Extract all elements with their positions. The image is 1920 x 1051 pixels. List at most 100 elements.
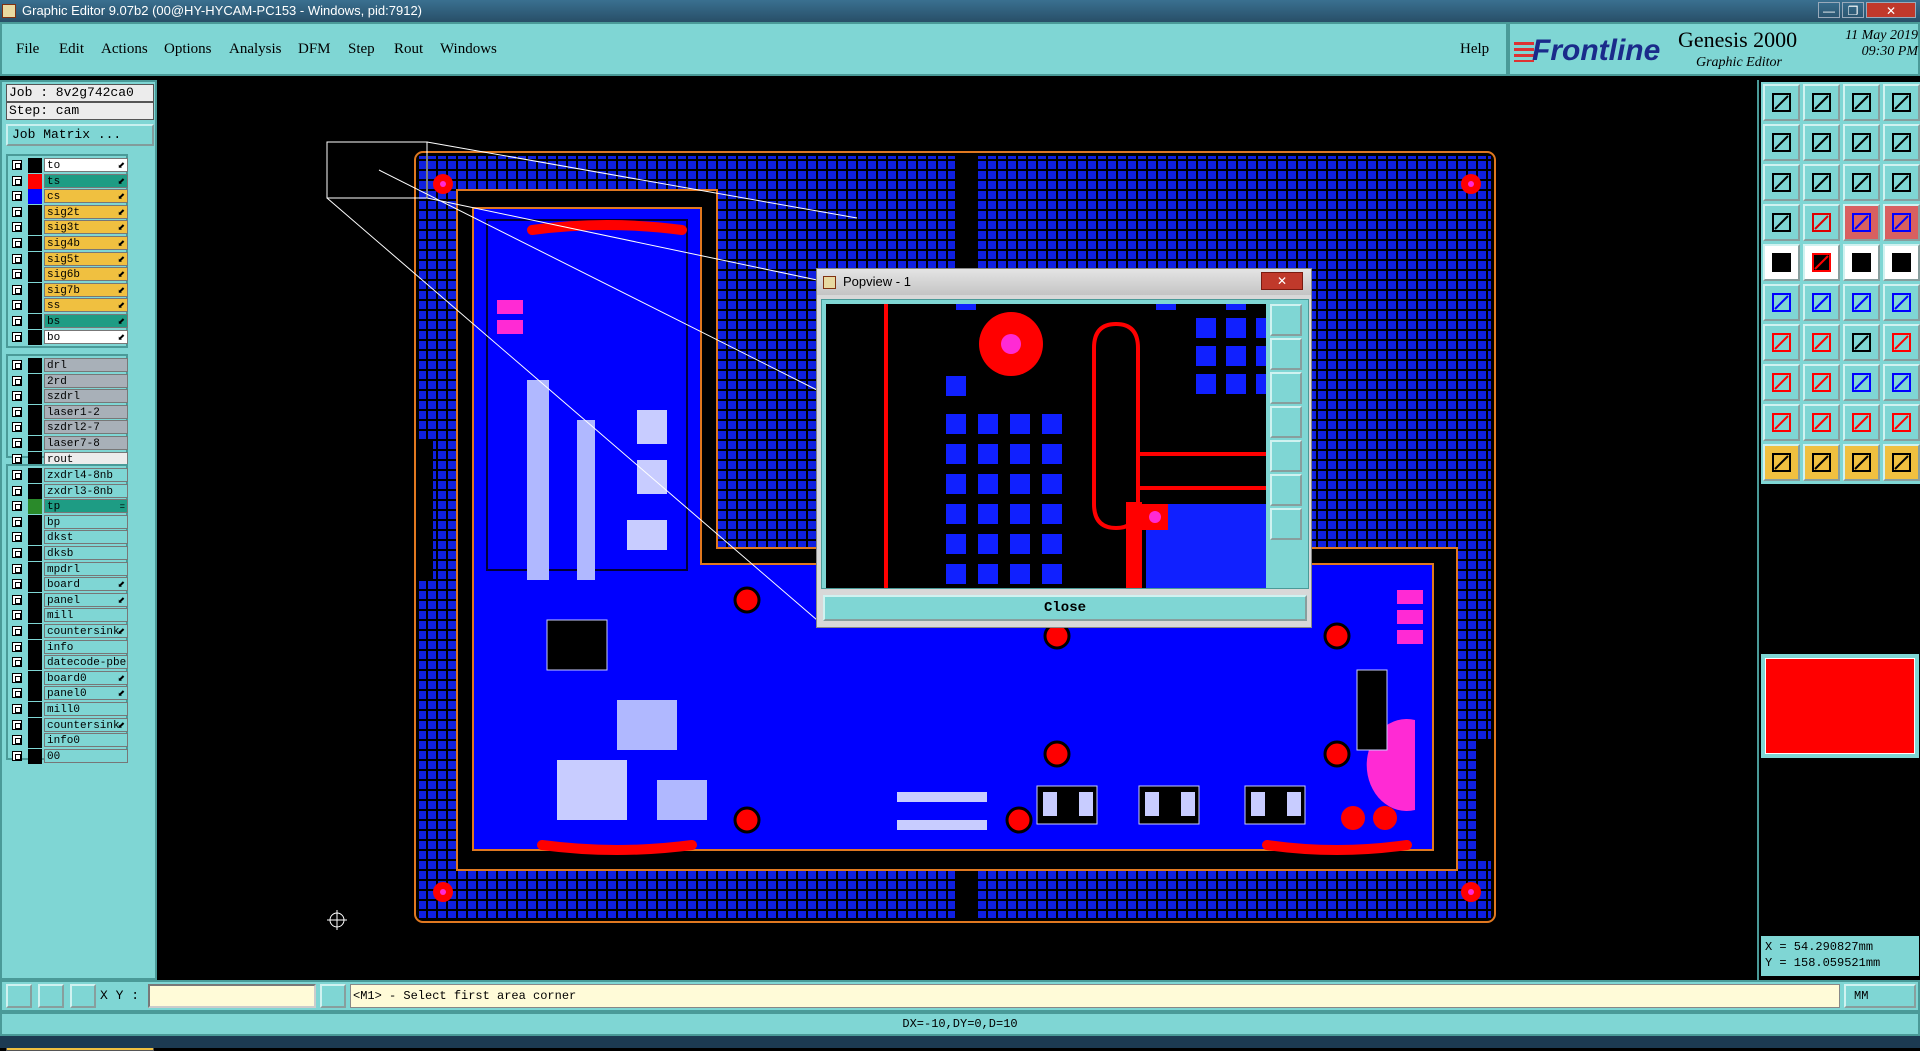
layer-color-swatch[interactable]	[28, 420, 42, 436]
layer-name[interactable]: 2rd	[44, 373, 128, 388]
layer-row[interactable]: info	[10, 639, 128, 655]
split-icon[interactable]	[1883, 124, 1920, 161]
layer-checkbox[interactable]	[12, 719, 22, 730]
layer-row[interactable]: ts ⬋	[10, 173, 128, 189]
layer-name[interactable]: szdrl2-7	[44, 420, 128, 435]
snap-tool-icon[interactable]	[6, 984, 32, 1008]
layer-row[interactable]: ss ⬋	[10, 298, 128, 314]
layer-checkbox[interactable]	[12, 238, 22, 248]
layer-color-swatch[interactable]	[28, 314, 42, 329]
layer-row[interactable]: 2rd	[10, 373, 128, 389]
popview-close-button[interactable]: Close	[823, 595, 1307, 621]
layer-checkbox[interactable]	[12, 579, 22, 590]
layer-row[interactable]: dksb	[10, 546, 128, 561]
popview-zoom-icon[interactable]	[1270, 304, 1302, 336]
layer-checkbox[interactable]	[12, 284, 22, 295]
layer-name[interactable]: dksb	[44, 546, 128, 560]
target-icon[interactable]	[1883, 244, 1920, 281]
layer-color-swatch[interactable]	[28, 204, 42, 220]
layer-name[interactable]: zxdrl3-8nb	[44, 483, 128, 498]
triangle-icon[interactable]	[1803, 404, 1840, 441]
layer-checkbox[interactable]	[12, 206, 22, 217]
minimize-button[interactable]: —	[1818, 2, 1840, 18]
add-icon[interactable]	[1763, 364, 1800, 401]
layer-name[interactable]: panel ⬋	[44, 592, 128, 607]
key-icon[interactable]	[1803, 204, 1840, 241]
net2-icon[interactable]	[1883, 204, 1920, 241]
slot-icon[interactable]	[1803, 244, 1840, 281]
layer-row[interactable]: sig4b ⬋	[10, 236, 128, 251]
popview-canvas[interactable]	[826, 304, 1266, 588]
layer-color-swatch[interactable]	[28, 358, 42, 373]
layer-row[interactable]: 00	[10, 748, 128, 764]
layer-checkbox[interactable]	[12, 360, 22, 370]
layer-color-swatch[interactable]	[28, 298, 42, 314]
layer-color-swatch[interactable]	[28, 373, 42, 389]
layer-color-swatch[interactable]	[28, 468, 42, 483]
menu-edit[interactable]: Edit	[59, 41, 84, 58]
layer-checkbox[interactable]	[12, 532, 22, 543]
menu-analysis[interactable]: Analysis	[229, 41, 282, 58]
layer-row[interactable]: mill	[10, 608, 128, 624]
layer-name[interactable]: cs ⬋	[44, 189, 128, 204]
zoom-icon[interactable]	[1803, 164, 1840, 201]
layer-name[interactable]: sig3t ⬋	[44, 220, 128, 235]
layer-name[interactable]: mill0	[44, 702, 128, 716]
layer-color-swatch[interactable]	[28, 267, 42, 283]
layer-checkbox[interactable]	[12, 501, 22, 512]
connect-icon[interactable]	[1763, 284, 1800, 321]
layer-name[interactable]: sig4b ⬋	[44, 236, 128, 250]
layer-name[interactable]: laser7-8	[44, 436, 128, 450]
layer-color-swatch[interactable]	[28, 717, 42, 733]
tri3-icon[interactable]	[1883, 404, 1920, 441]
layer-name[interactable]: sig7b ⬋	[44, 282, 128, 297]
layer-checkbox[interactable]	[12, 735, 22, 746]
maximize-button[interactable]: ❐	[1842, 2, 1864, 18]
layer-color-swatch[interactable]	[28, 173, 42, 189]
layer-name[interactable]: sig6b ⬋	[44, 267, 128, 282]
layer-checkbox[interactable]	[12, 391, 22, 402]
layer-color-swatch[interactable]	[28, 608, 42, 624]
cursor-mode-icon[interactable]	[320, 984, 346, 1008]
layer-color-swatch[interactable]	[28, 236, 42, 251]
layer-checkbox[interactable]	[12, 406, 22, 417]
layer-checkbox[interactable]	[12, 641, 22, 652]
layer-checkbox[interactable]	[12, 316, 22, 326]
layer-name[interactable]: panel0 ⬋	[44, 686, 128, 701]
layer-row[interactable]: datecode-pbe	[10, 655, 128, 671]
layer-color-swatch[interactable]	[28, 639, 42, 655]
layer-row[interactable]: dkst	[10, 530, 128, 546]
layer-name[interactable]: drl	[44, 358, 128, 372]
layer-row[interactable]: countersink ⬋	[10, 624, 128, 639]
layer-row[interactable]: sig3t ⬋	[10, 220, 128, 236]
layer-name[interactable]: bo ⬋	[44, 329, 128, 344]
layer-name[interactable]: countersink ⬋	[44, 717, 128, 732]
tri2-icon[interactable]	[1843, 404, 1880, 441]
window-title-bar[interactable]: Graphic Editor 9.07b2 (00@HY-HYCAM-PC153…	[0, 0, 1920, 22]
layer-row[interactable]: laser1-2	[10, 404, 128, 420]
save-view-icon[interactable]	[1803, 84, 1840, 121]
layer-row[interactable]: zxdrl4-8nb	[10, 468, 128, 483]
layer-name[interactable]: bp	[44, 514, 128, 529]
layer-checkbox[interactable]	[12, 253, 22, 264]
layer-checkbox[interactable]	[12, 160, 22, 170]
layer-checkbox[interactable]	[12, 331, 22, 342]
layer-row[interactable]: drl	[10, 358, 128, 373]
popview-next-icon[interactable]	[1270, 440, 1302, 472]
layer-name[interactable]: ss ⬋	[44, 298, 128, 313]
layer-color-swatch[interactable]	[28, 702, 42, 717]
home-icon[interactable]	[1843, 84, 1880, 121]
line2-icon[interactable]	[1883, 284, 1920, 321]
zoom-prev-icon[interactable]	[1763, 124, 1800, 161]
layer-color-swatch[interactable]	[28, 499, 42, 515]
polygon-icon[interactable]	[1763, 404, 1800, 441]
layer-name[interactable]: mpdrl	[44, 561, 128, 576]
xy-input[interactable]	[148, 984, 316, 1008]
layer-name[interactable]: tp =	[44, 499, 128, 514]
layer-row[interactable]: sig6b ⬋	[10, 267, 128, 283]
select-icon[interactable]	[1763, 444, 1800, 481]
layer-name[interactable]: szdrl	[44, 389, 128, 404]
layer-row[interactable]: to ⬋	[10, 158, 128, 173]
layer-row[interactable]: cs ⬋	[10, 189, 128, 205]
menu-help[interactable]: Help	[1460, 41, 1489, 58]
